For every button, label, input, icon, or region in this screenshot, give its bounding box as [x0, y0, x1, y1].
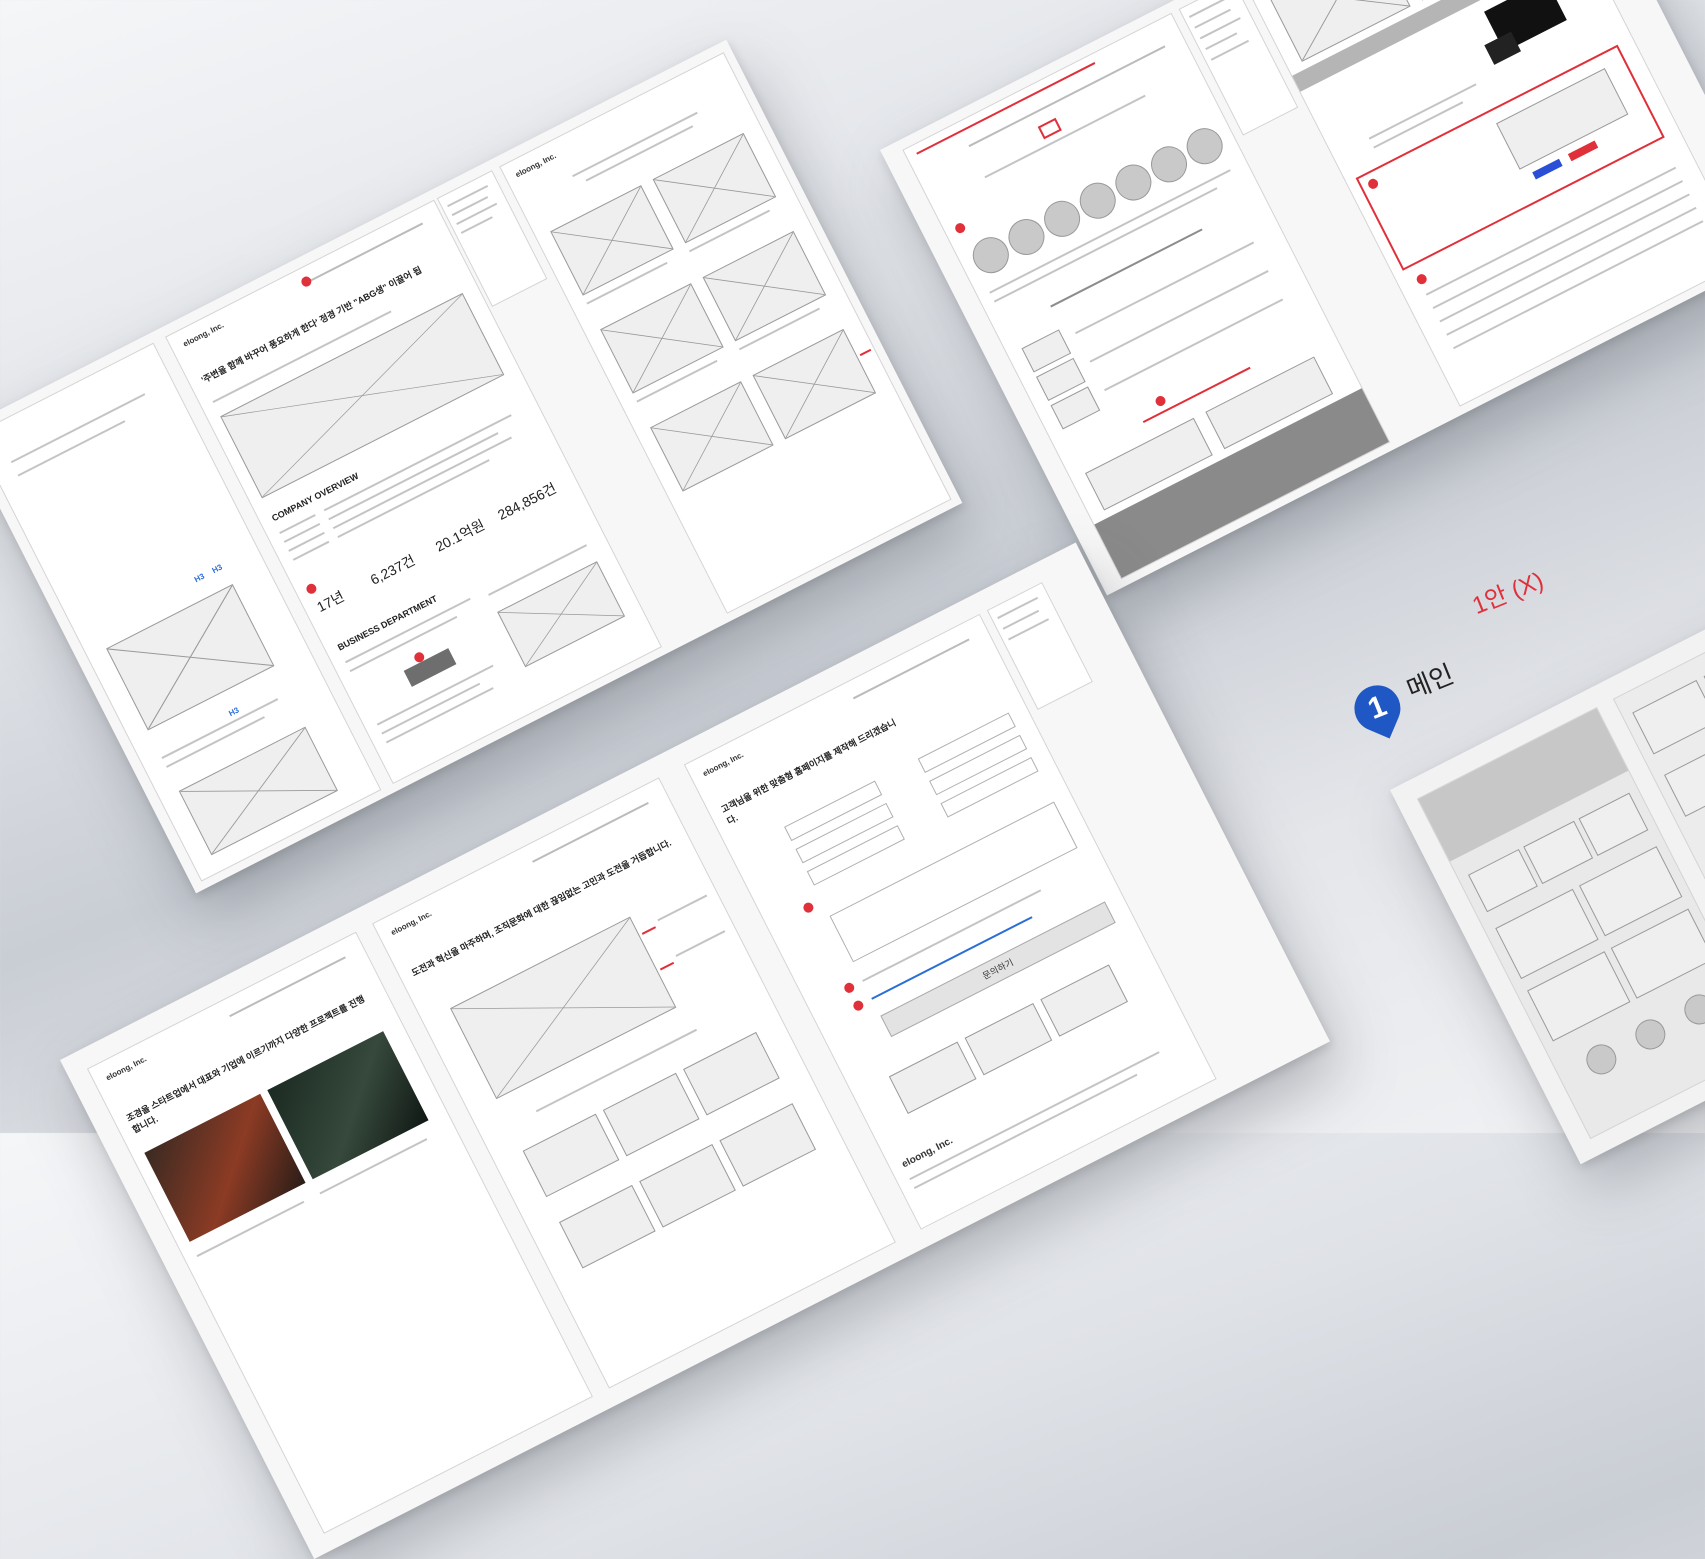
image-placeholder [106, 584, 275, 731]
image-placeholder [683, 1031, 780, 1116]
image-placeholder [639, 1144, 736, 1228]
wireboard-process [880, 0, 1705, 596]
tab-button[interactable] [403, 648, 457, 687]
h3-mark: H3 [210, 562, 224, 576]
process-step [1180, 121, 1229, 171]
logo: eloong, Inc. [701, 750, 746, 779]
number-marker: 1 [1347, 678, 1408, 739]
image-placeholder [450, 916, 677, 1100]
image-placeholder [600, 283, 724, 394]
image-placeholder [558, 1184, 656, 1269]
footer-logo: eloong, Inc. [900, 1135, 955, 1171]
stat-value: 284,856건 [495, 479, 559, 523]
contact-card [964, 1002, 1053, 1076]
image-placeholder [650, 381, 774, 492]
logo: eloong, Inc. [389, 908, 434, 938]
stat-value: 6,237건 [367, 551, 418, 588]
h3-mark: H3 [192, 571, 206, 585]
logo: eloong, Inc. [104, 1054, 149, 1083]
image-placeholder [652, 132, 777, 244]
section-title: 메인 [1402, 658, 1458, 705]
h3-mark: H3 [227, 705, 241, 719]
image-placeholder [1468, 848, 1538, 913]
highlight-box [1355, 44, 1665, 271]
stat-value: 17년 [314, 587, 347, 616]
image-placeholder [1578, 792, 1649, 856]
logo: eloong, Inc. [181, 320, 226, 349]
image-placeholder [522, 1113, 620, 1198]
image-placeholder [702, 230, 827, 342]
image-placeholder [497, 561, 626, 668]
image-placeholder [752, 328, 877, 440]
image-placeholder [719, 1103, 817, 1187]
image-placeholder [602, 1072, 700, 1157]
logo: eloong, Inc. [513, 151, 558, 180]
image-placeholder [178, 726, 338, 856]
image-placeholder [1523, 820, 1594, 885]
contact-card [888, 1041, 977, 1114]
contact-card [1040, 964, 1128, 1037]
image-placeholder [550, 185, 674, 296]
stat-value: 20.1억원 [432, 516, 488, 555]
highlight-box [1037, 117, 1062, 140]
variant-label: 1안 (X) [1468, 567, 1548, 620]
